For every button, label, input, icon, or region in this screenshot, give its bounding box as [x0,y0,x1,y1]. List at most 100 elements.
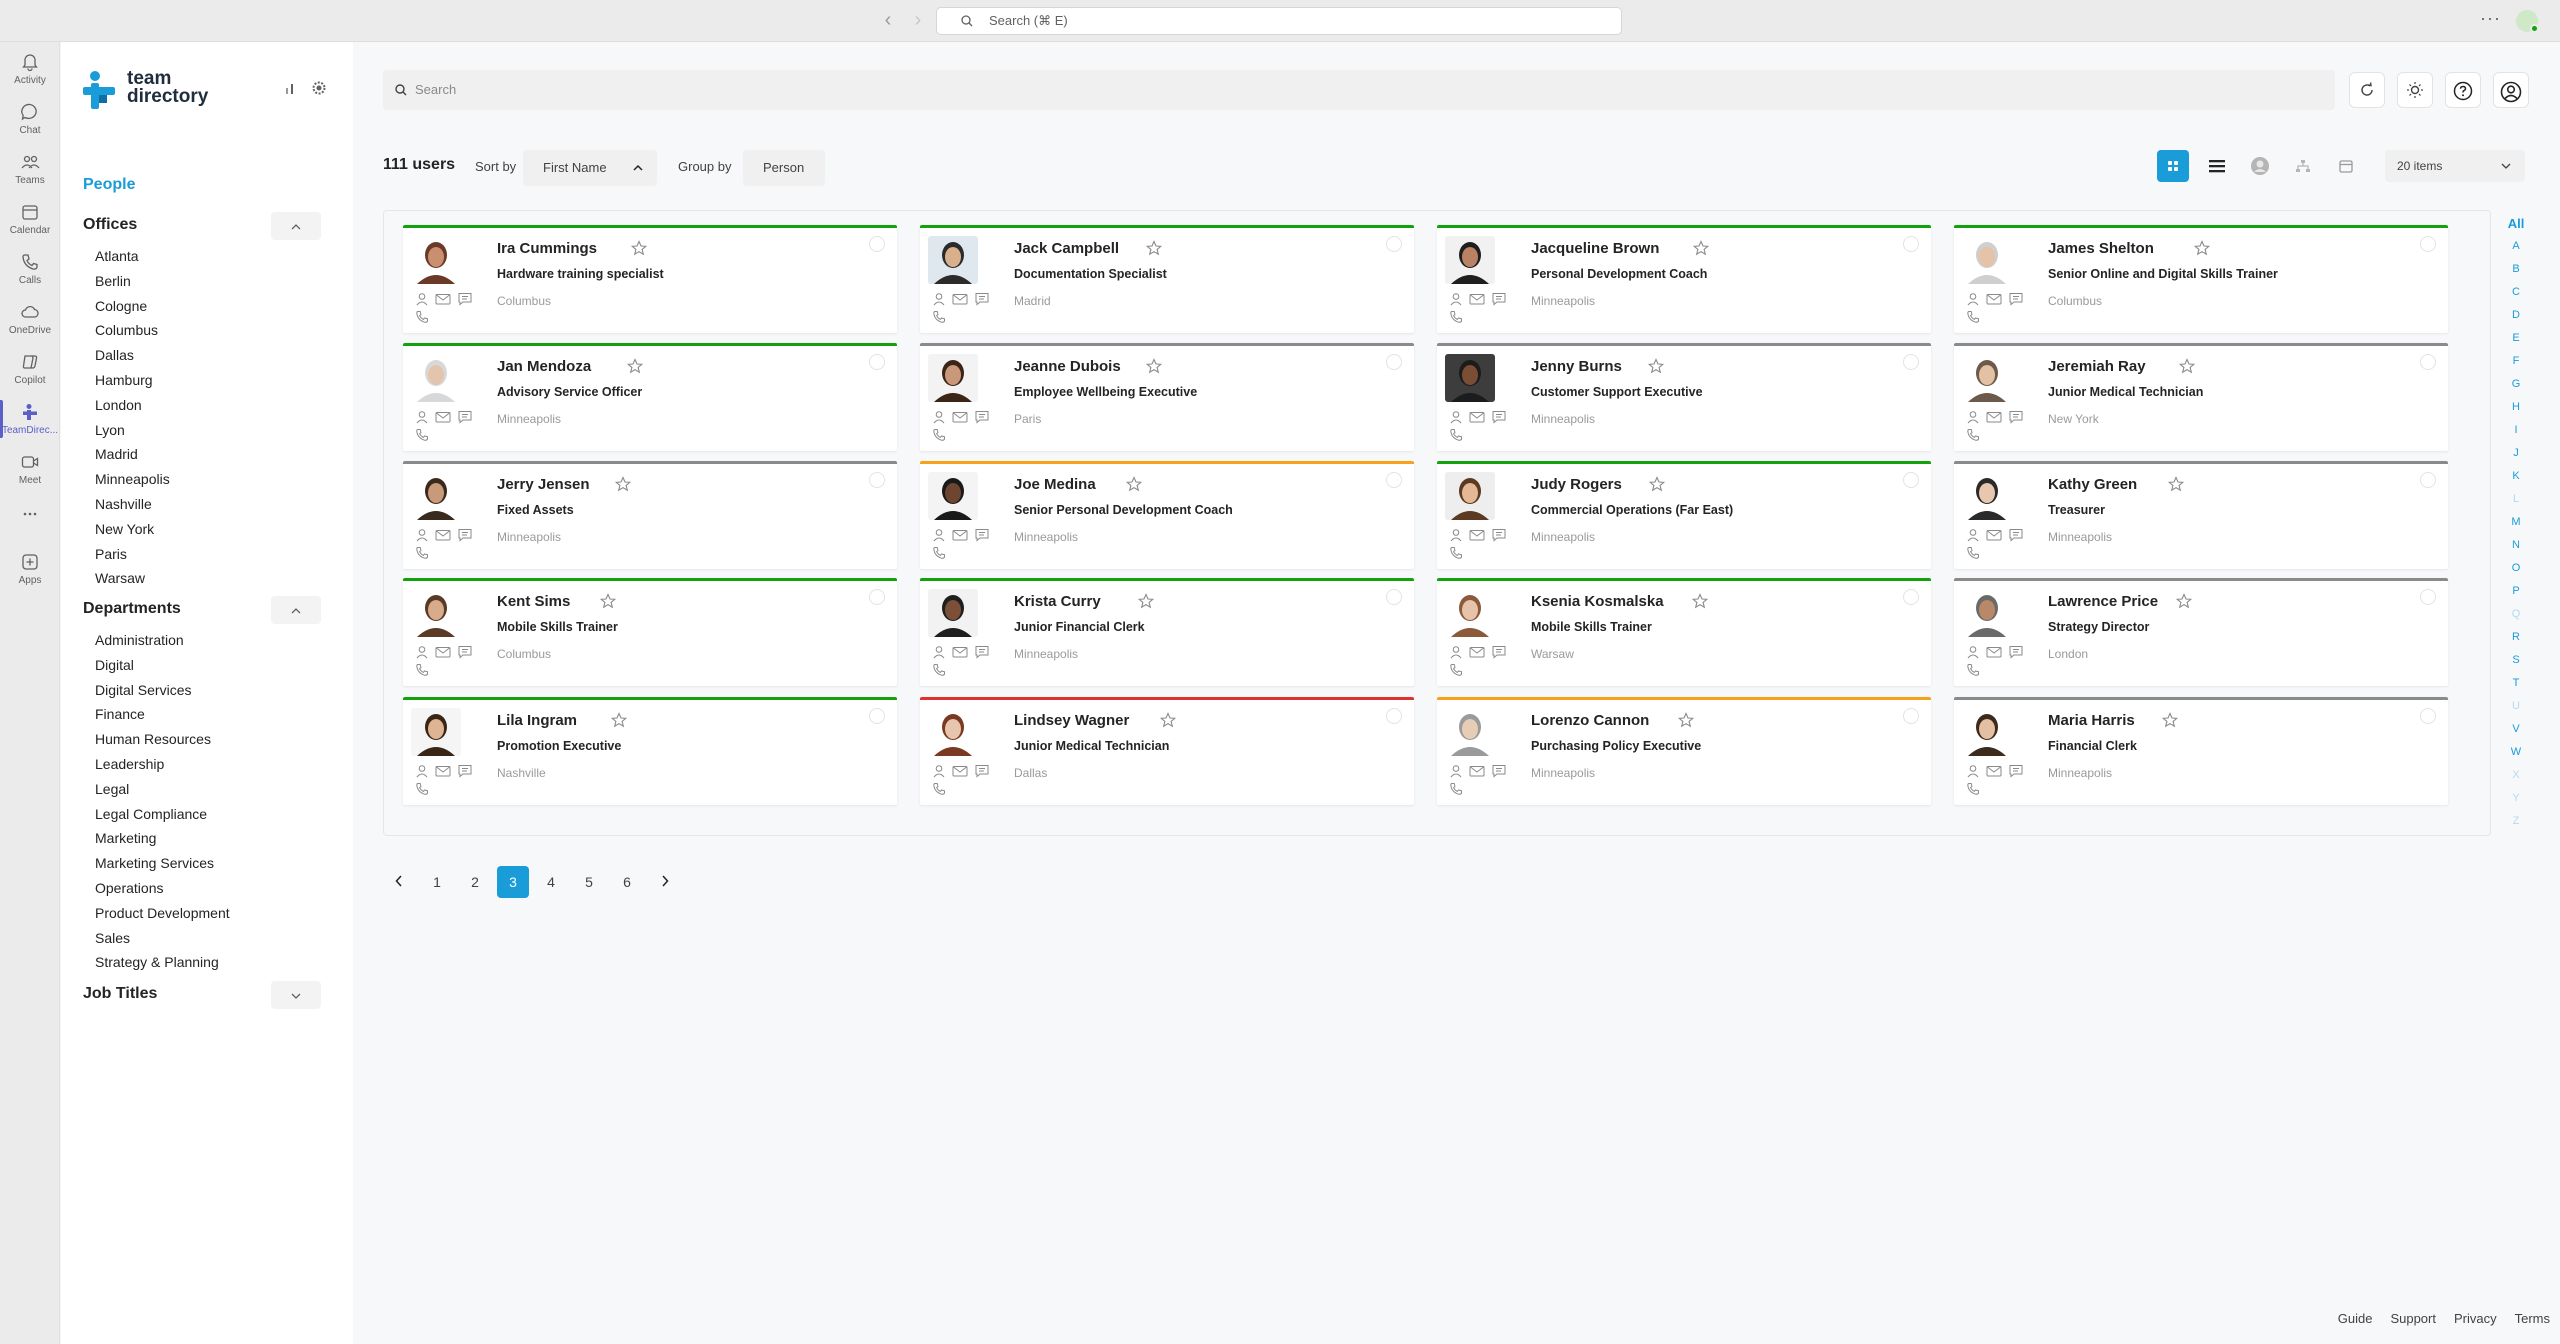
person-photo[interactable] [1962,236,2012,284]
person-card[interactable]: Jenny Burns Customer Support Executive Min… [1437,343,1931,451]
alphabet-letter-m[interactable]: M [2506,511,2526,534]
person-icon[interactable] [415,292,429,306]
favorite-star-icon[interactable] [1138,593,1154,609]
favorite-star-icon[interactable] [1146,240,1162,256]
phone-icon[interactable] [1449,782,1463,796]
chat-icon[interactable] [974,764,990,778]
rail-item-calendar[interactable]: Calendar [0,196,60,242]
phone-icon[interactable] [932,546,946,560]
mail-icon[interactable] [1469,764,1485,778]
mail-icon[interactable] [1986,292,2002,306]
person-photo[interactable] [1445,236,1495,284]
department-item[interactable]: Operations [95,876,230,901]
person-icon[interactable] [1449,645,1463,659]
department-item[interactable]: Strategy & Planning [95,950,230,975]
global-search-input[interactable]: Search (⌘ E) [936,7,1622,35]
person-icon[interactable] [1966,764,1980,778]
person-photo[interactable] [1962,708,2012,756]
chat-icon[interactable] [457,645,473,659]
phone-icon[interactable] [1449,546,1463,560]
person-name[interactable]: Lorenzo Cannon [1531,712,1649,729]
person-card[interactable]: Joe Medina Senior Personal Development Co… [920,461,1414,569]
mail-icon[interactable] [1986,764,2002,778]
department-item[interactable]: Marketing Services [95,851,230,876]
person-name[interactable]: Jeremiah Ray [2048,358,2146,375]
favorite-star-icon[interactable] [2194,240,2210,256]
person-card[interactable]: Ira Cummings Hardware training specialist… [403,225,897,333]
person-name[interactable]: Lawrence Price [2048,593,2158,610]
chat-icon[interactable] [2008,764,2024,778]
person-card[interactable]: James Shelton Senior Online and Digital S… [1954,225,2448,333]
person-card[interactable]: Jacqueline Brown Personal Development Coa… [1437,225,1931,333]
chat-icon[interactable] [974,410,990,424]
alphabet-letter-e[interactable]: E [2506,327,2526,350]
refresh-button[interactable] [2349,72,2385,108]
person-icon[interactable] [1966,292,1980,306]
department-item[interactable]: Marketing [95,826,230,851]
department-item[interactable]: Legal Compliance [95,802,230,827]
previous-page-button[interactable] [383,866,415,898]
photo-view-button[interactable] [2244,150,2276,182]
favorite-star-icon[interactable] [1146,358,1162,374]
person-photo[interactable] [1962,472,2012,520]
phone-icon[interactable] [415,428,429,442]
rail-item-chat[interactable]: Chat [0,96,60,142]
person-photo[interactable] [1962,589,2012,637]
person-photo[interactable] [1445,589,1495,637]
alphabet-letter-i[interactable]: I [2506,419,2526,442]
favorite-star-icon[interactable] [627,358,643,374]
footer-link-terms[interactable]: Terms [2515,1311,2550,1326]
chat-icon[interactable] [2008,410,2024,424]
chat-icon[interactable] [1491,764,1507,778]
departments-collapse-button[interactable] [271,596,321,624]
favorite-star-icon[interactable] [631,240,647,256]
alphabet-letter-t[interactable]: T [2506,672,2526,695]
phone-icon[interactable] [932,428,946,442]
office-item[interactable]: Dallas [95,343,170,368]
phone-icon[interactable] [415,782,429,796]
person-card[interactable]: Lorenzo Cannon Purchasing Policy Executiv… [1437,697,1931,805]
person-icon[interactable] [932,410,946,424]
rail-item-teams[interactable]: Teams [0,146,60,192]
page-4-button[interactable]: 4 [535,866,567,898]
alphabet-letter-p[interactable]: P [2506,580,2526,603]
alphabet-letter-d[interactable]: D [2506,304,2526,327]
rail-item-cloud[interactable]: OneDrive [0,296,60,342]
mail-icon[interactable] [1986,528,2002,542]
person-card[interactable]: Jan Mendoza Advisory Service Officer Minne… [403,343,897,451]
person-photo[interactable] [1962,354,2012,402]
office-item[interactable]: London [95,393,170,418]
select-checkbox[interactable] [1386,354,1402,370]
mail-icon[interactable] [435,292,451,306]
select-checkbox[interactable] [2420,708,2436,724]
alphabet-letter-u[interactable]: U [2506,695,2526,718]
chat-icon[interactable] [1491,410,1507,424]
favorite-star-icon[interactable] [1126,476,1142,492]
rail-item-video[interactable]: Meet [0,446,60,492]
rail-item-bell[interactable]: Activity [0,46,60,92]
page-5-button[interactable]: 5 [573,866,605,898]
people-search-input[interactable]: Search [383,70,2335,110]
phone-icon[interactable] [1449,663,1463,677]
person-photo[interactable] [928,708,978,756]
alphabet-letter-r[interactable]: R [2506,626,2526,649]
department-item[interactable]: Sales [95,926,230,951]
phone-icon[interactable] [1966,663,1980,677]
phone-icon[interactable] [415,546,429,560]
person-card[interactable]: Maria Harris Financial Clerk Minneapolis [1954,697,2448,805]
favorite-star-icon[interactable] [2168,476,2184,492]
person-name[interactable]: Jerry Jensen [497,476,590,493]
favorite-star-icon[interactable] [2179,358,2195,374]
select-checkbox[interactable] [869,589,885,605]
person-photo[interactable] [1445,354,1495,402]
person-photo[interactable] [411,236,461,284]
office-item[interactable]: Warsaw [95,566,170,591]
person-name[interactable]: Maria Harris [2048,712,2135,729]
page-2-button[interactable]: 2 [459,866,491,898]
person-icon[interactable] [1966,645,1980,659]
person-name[interactable]: Kathy Green [2048,476,2137,493]
select-checkbox[interactable] [869,354,885,370]
page-6-button[interactable]: 6 [611,866,643,898]
favorite-star-icon[interactable] [1160,712,1176,728]
mail-icon[interactable] [952,292,968,306]
